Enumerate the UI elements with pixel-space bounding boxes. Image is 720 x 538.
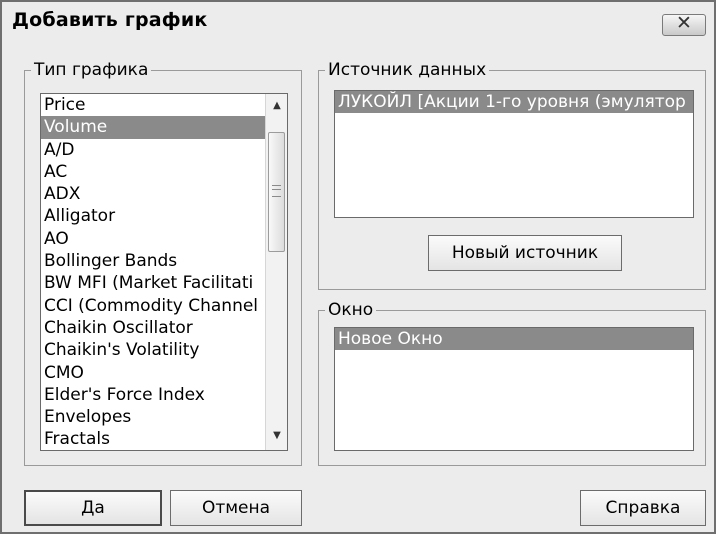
list-item[interactable]: ЛУКОЙЛ [Акции 1-го уровня (эмулятор — [335, 91, 693, 114]
list-item[interactable]: Volume — [41, 116, 265, 139]
chart-type-legend: Тип графика — [34, 60, 149, 80]
close-icon: ✕ — [676, 12, 692, 34]
close-button[interactable]: ✕ — [662, 12, 706, 36]
chart-type-list: Price Volume A/D AC ADX Alligator AO Bollinger … — [41, 94, 265, 450]
help-button[interactable]: Справка — [580, 490, 706, 526]
new-source-button[interactable]: Новый источник — [428, 235, 622, 271]
list-item[interactable]: Alligator — [41, 205, 265, 227]
list-item[interactable]: Envelopes — [41, 406, 265, 428]
scroll-down-icon[interactable]: ▼ — [266, 426, 287, 446]
list-item[interactable]: Chaikin's Volatility — [41, 339, 265, 361]
scroll-up-icon[interactable]: ▲ — [266, 96, 287, 116]
data-source-listbox[interactable]: ЛУКОЙЛ [Акции 1-го уровня (эмулятор — [334, 90, 694, 218]
window-legend: Окно — [328, 300, 374, 320]
cancel-button[interactable]: Отмена — [170, 490, 302, 526]
title-bar: Добавить график ✕ — [2, 2, 714, 42]
scroll-thumb[interactable] — [268, 132, 285, 252]
data-source-legend: Источник данных — [328, 60, 487, 80]
window-listbox[interactable]: Новое Окно — [334, 327, 694, 451]
list-item[interactable]: Elder's Force Index — [41, 384, 265, 406]
list-item[interactable]: Chaikin Oscillator — [41, 317, 265, 339]
list-item[interactable]: Price — [41, 94, 265, 116]
list-item[interactable]: AO — [41, 228, 265, 250]
ok-button[interactable]: Да — [24, 490, 162, 526]
scroll-grip-icon — [272, 185, 281, 197]
chart-type-listbox[interactable]: Price Volume A/D AC ADX Alligator AO Bollinger … — [40, 93, 288, 451]
list-item[interactable]: Fractals — [41, 428, 265, 450]
dialog-title: Добавить график — [12, 9, 208, 31]
list-item[interactable]: ADX — [41, 183, 265, 205]
list-item[interactable]: CMO — [41, 362, 265, 384]
list-item[interactable]: BW MFI (Market Facilitati — [41, 272, 265, 294]
chart-type-scrollbar[interactable]: ▲ ▼ — [265, 94, 287, 450]
list-item[interactable]: Новое Окно — [335, 328, 693, 351]
list-item[interactable]: AC — [41, 161, 265, 183]
list-item[interactable]: Bollinger Bands — [41, 250, 265, 272]
add-chart-dialog: Добавить график ✕ Тип графика Price Volum… — [0, 0, 716, 534]
list-item[interactable]: A/D — [41, 139, 265, 161]
list-item[interactable]: CCI (Commodity Channel I — [41, 295, 265, 317]
